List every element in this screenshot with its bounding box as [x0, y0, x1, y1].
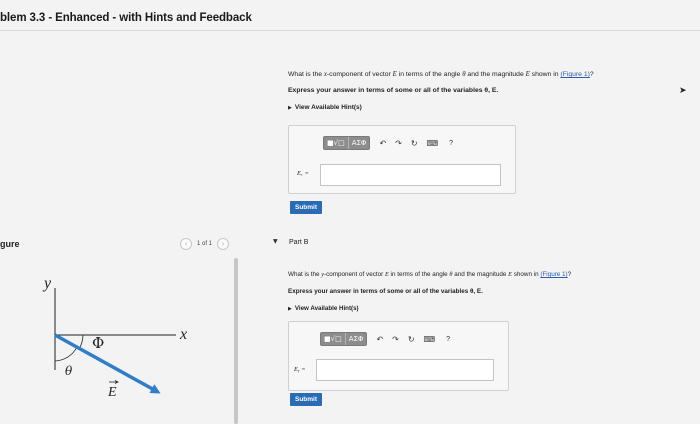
figure-diagram: y x Φ θ E	[0, 258, 232, 424]
part-b-toolbar: ■√□ ΑΣΦ ↶ ↷ ↻ ⌨ ?	[320, 332, 450, 346]
caret-right-icon: ▶	[288, 306, 292, 312]
templates-button[interactable]: ■√□	[324, 137, 348, 149]
part-a-answer-input[interactable]	[320, 164, 501, 186]
part-b-instruction: Express your answer in terms of some or …	[288, 288, 483, 295]
keyboard-icon[interactable]: ⌨	[424, 335, 436, 344]
header-divider	[0, 30, 700, 31]
reset-icon[interactable]: ↻	[411, 139, 418, 148]
page-title: blem 3.3 - Enhanced - with Hints and Fee…	[0, 12, 252, 24]
part-b-submit-button[interactable]: Submit	[290, 393, 323, 406]
part-b-title[interactable]: Part B	[289, 239, 308, 246]
help-button[interactable]: ?	[449, 140, 453, 147]
symbols-button[interactable]: ΑΣΦ	[344, 333, 367, 345]
part-b-expand-icon[interactable]: ▼	[273, 238, 278, 245]
help-button[interactable]: ?	[446, 336, 450, 343]
y-axis-label: y	[42, 275, 52, 292]
part-a-hints-link[interactable]: ▶ View Available Hint(s)	[288, 104, 362, 111]
part-b-hints-link[interactable]: ▶ View Available Hint(s)	[288, 305, 359, 312]
redo-icon[interactable]: ↷	[395, 139, 402, 148]
figure-scrollbar[interactable]	[234, 258, 238, 424]
phi-label: Φ	[92, 334, 104, 352]
part-b-question: What is the y-component of vector E in t…	[288, 271, 572, 278]
figure-label: gure	[0, 239, 20, 249]
part-a-toolbar: ■√□ ΑΣΦ ↶ ↷ ↻ ⌨ ?	[323, 136, 453, 150]
part-b-variable-label: Eᵧ =	[294, 366, 306, 373]
part-a-question: What is the x-component of vector E in t…	[288, 71, 594, 78]
part-b-answer-input[interactable]	[316, 359, 494, 381]
theta-arc	[54, 346, 78, 362]
part-a-submit-button[interactable]: Submit	[290, 201, 323, 214]
figure-pager: ‹ 1 of 1 ›	[180, 238, 230, 250]
chevron-left-icon[interactable]: ‹	[180, 238, 192, 250]
redo-icon[interactable]: ↷	[392, 335, 399, 344]
figure-link[interactable]: (Figure 1)	[540, 271, 567, 278]
figure-link[interactable]: (Figure 1)	[560, 71, 589, 78]
keyboard-icon[interactable]: ⌨	[427, 139, 439, 148]
undo-icon[interactable]: ↶	[379, 139, 386, 148]
chevron-right-icon[interactable]: ›	[217, 238, 230, 250]
caret-right-icon: ▶	[288, 105, 292, 111]
templates-button[interactable]: ■√□	[321, 333, 345, 345]
part-a-instruction: Express your answer in terms of some or …	[288, 87, 499, 94]
x-axis-label: x	[179, 326, 187, 343]
reset-icon[interactable]: ↻	[408, 335, 415, 344]
theta-label: θ	[65, 364, 73, 378]
undo-icon[interactable]: ↶	[376, 335, 383, 344]
symbols-button[interactable]: ΑΣΦ	[347, 137, 370, 149]
vector-label: E	[107, 385, 117, 400]
part-a-variable-label: Eₓ =	[297, 170, 309, 177]
mouse-cursor-icon: ➤	[679, 86, 687, 96]
pager-text: 1 of 1	[197, 241, 213, 247]
